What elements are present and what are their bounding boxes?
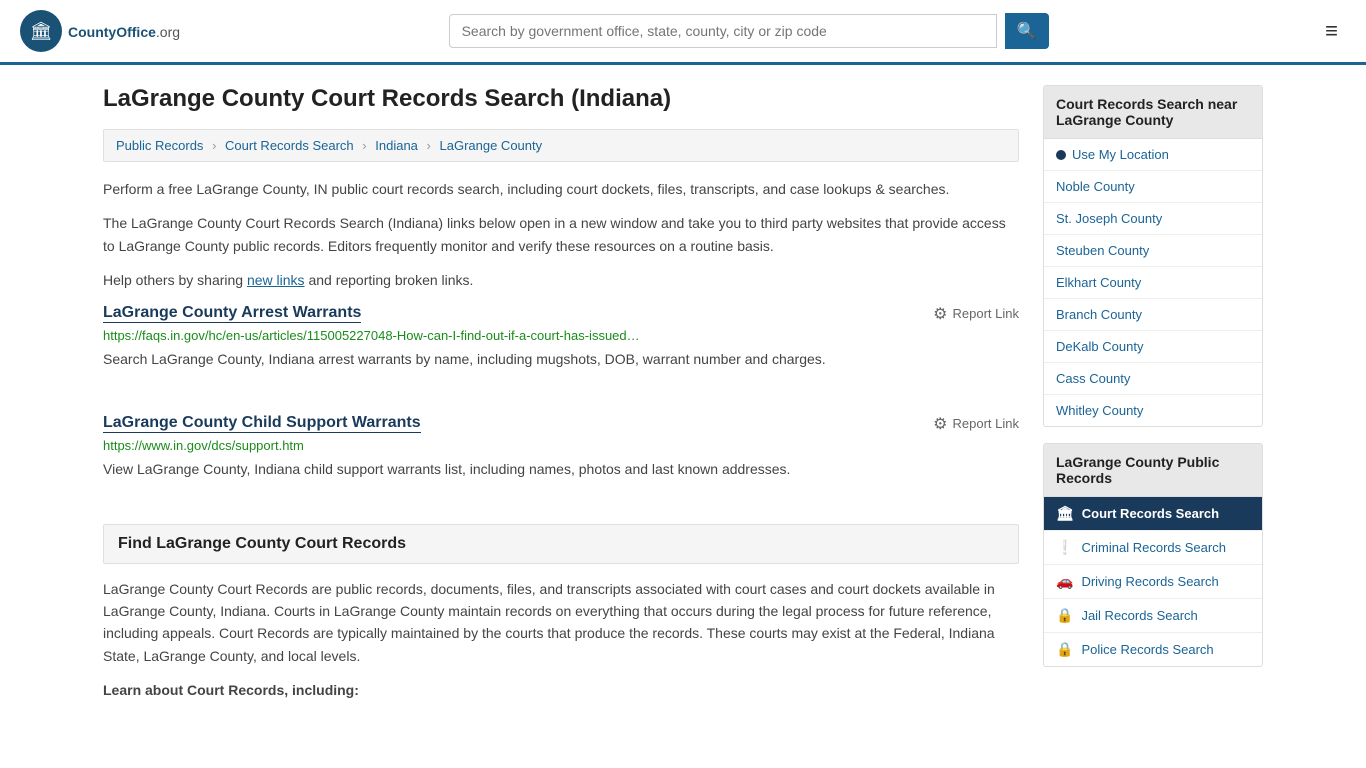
- nearby-county-item: Elkhart County: [1044, 267, 1262, 299]
- link-desc-0: Search LaGrange County, Indiana arrest w…: [103, 349, 1019, 370]
- nearby-county-item: Branch County: [1044, 299, 1262, 331]
- report-icon-1: ⚙: [933, 414, 947, 434]
- report-link-button-0[interactable]: ⚙ Report Link: [933, 304, 1019, 324]
- breadcrumb: Public Records › Court Records Search › …: [103, 129, 1019, 162]
- learn-about: Learn about Court Records, including:: [103, 679, 1019, 701]
- nearby-county-link-3[interactable]: Elkhart County: [1044, 267, 1262, 298]
- nearby-county-link-6[interactable]: Cass County: [1044, 363, 1262, 394]
- search-area: 🔍: [449, 13, 1049, 49]
- link-entry-header: LaGrange County Child Support Warrants ⚙…: [103, 414, 1019, 434]
- public-records-link-4[interactable]: 🔒Police Records Search: [1044, 633, 1262, 666]
- nearby-county-item: Steuben County: [1044, 235, 1262, 267]
- public-records-title: LaGrange County Public Records: [1044, 444, 1262, 497]
- sidebar-icon-0: 🏛: [1056, 505, 1074, 522]
- nearby-county-link-4[interactable]: Branch County: [1044, 299, 1262, 330]
- nearby-county-item: St. Joseph County: [1044, 203, 1262, 235]
- site-header: 🏛 CountyOffice.org 🔍 ≡: [0, 0, 1366, 65]
- nearby-county-link-7[interactable]: Whitley County: [1044, 395, 1262, 426]
- link-entries: LaGrange County Arrest Warrants ⚙ Report…: [103, 304, 1019, 496]
- public-records-item: ❕Criminal Records Search: [1044, 531, 1262, 565]
- nearby-county-list: Noble CountySt. Joseph CountySteuben Cou…: [1044, 171, 1262, 426]
- link-url-0: https://faqs.in.gov/hc/en-us/articles/11…: [103, 328, 1019, 343]
- link-entry-title-0[interactable]: LaGrange County Arrest Warrants: [103, 304, 361, 323]
- nearby-title: Court Records Search near LaGrange Count…: [1044, 86, 1262, 139]
- logo-icon: 🏛: [20, 10, 62, 52]
- breadcrumb-court-records-search[interactable]: Court Records Search: [225, 138, 354, 153]
- link-desc-1: View LaGrange County, Indiana child supp…: [103, 459, 1019, 480]
- sidebar-icon-2: 🚗: [1056, 573, 1073, 590]
- nearby-county-item: Whitley County: [1044, 395, 1262, 426]
- nearby-county-link-5[interactable]: DeKalb County: [1044, 331, 1262, 362]
- public-records-item: 🔒Police Records Search: [1044, 633, 1262, 666]
- nearby-county-item: Noble County: [1044, 171, 1262, 203]
- sidebar-icon-4: 🔒: [1056, 641, 1073, 658]
- new-links-link[interactable]: new links: [247, 272, 305, 288]
- logo-text: CountyOffice.org: [68, 21, 180, 42]
- main-container: LaGrange County Court Records Search (In…: [83, 65, 1283, 734]
- link-entry-header: LaGrange County Arrest Warrants ⚙ Report…: [103, 304, 1019, 324]
- nearby-county-item: DeKalb County: [1044, 331, 1262, 363]
- breadcrumb-lagrange-county[interactable]: LaGrange County: [440, 138, 543, 153]
- search-input[interactable]: [449, 14, 997, 48]
- public-records-link-1[interactable]: ❕Criminal Records Search: [1044, 531, 1262, 564]
- menu-button[interactable]: ≡: [1317, 14, 1346, 48]
- section-body: LaGrange County Court Records are public…: [103, 578, 1019, 668]
- location-dot-icon: [1056, 150, 1066, 160]
- nearby-county-link-1[interactable]: St. Joseph County: [1044, 203, 1262, 234]
- public-records-link-3[interactable]: 🔒Jail Records Search: [1044, 599, 1262, 632]
- search-button[interactable]: 🔍: [1005, 13, 1049, 49]
- public-records-link-2[interactable]: 🚗Driving Records Search: [1044, 565, 1262, 598]
- description-1: Perform a free LaGrange County, IN publi…: [103, 178, 1019, 200]
- public-records-item: 🏛Court Records Search: [1044, 497, 1262, 531]
- public-records-item: 🔒Jail Records Search: [1044, 599, 1262, 633]
- link-entry: LaGrange County Child Support Warrants ⚙…: [103, 414, 1019, 496]
- link-entry-title-1[interactable]: LaGrange County Child Support Warrants: [103, 414, 421, 433]
- breadcrumb-indiana[interactable]: Indiana: [375, 138, 418, 153]
- nearby-county-link-0[interactable]: Noble County: [1044, 171, 1262, 202]
- public-records-box: LaGrange County Public Records 🏛Court Re…: [1043, 443, 1263, 667]
- sidebar-icon-1: ❕: [1056, 539, 1073, 556]
- use-my-location[interactable]: Use My Location: [1044, 139, 1262, 171]
- link-url-1: https://www.in.gov/dcs/support.htm: [103, 438, 1019, 453]
- nearby-county-item: Cass County: [1044, 363, 1262, 395]
- sidebar-icon-3: 🔒: [1056, 607, 1073, 624]
- description-3: Help others by sharing new links and rep…: [103, 269, 1019, 291]
- breadcrumb-public-records[interactable]: Public Records: [116, 138, 203, 153]
- logo-area: 🏛 CountyOffice.org: [20, 10, 180, 52]
- public-records-list: 🏛Court Records Search❕Criminal Records S…: [1044, 497, 1262, 666]
- page-title: LaGrange County Court Records Search (In…: [103, 85, 1019, 113]
- content-area: LaGrange County Court Records Search (In…: [103, 85, 1019, 714]
- sidebar: Court Records Search near LaGrange Count…: [1043, 85, 1263, 714]
- nearby-county-link-2[interactable]: Steuben County: [1044, 235, 1262, 266]
- report-icon-0: ⚙: [933, 304, 947, 324]
- description-2: The LaGrange County Court Records Search…: [103, 212, 1019, 257]
- find-section-header: Find LaGrange County Court Records: [103, 524, 1019, 564]
- public-records-link-0[interactable]: 🏛Court Records Search: [1044, 497, 1262, 530]
- link-entry: LaGrange County Arrest Warrants ⚙ Report…: [103, 304, 1019, 386]
- report-link-button-1[interactable]: ⚙ Report Link: [933, 414, 1019, 434]
- public-records-item: 🚗Driving Records Search: [1044, 565, 1262, 599]
- nearby-box: Court Records Search near LaGrange Count…: [1043, 85, 1263, 427]
